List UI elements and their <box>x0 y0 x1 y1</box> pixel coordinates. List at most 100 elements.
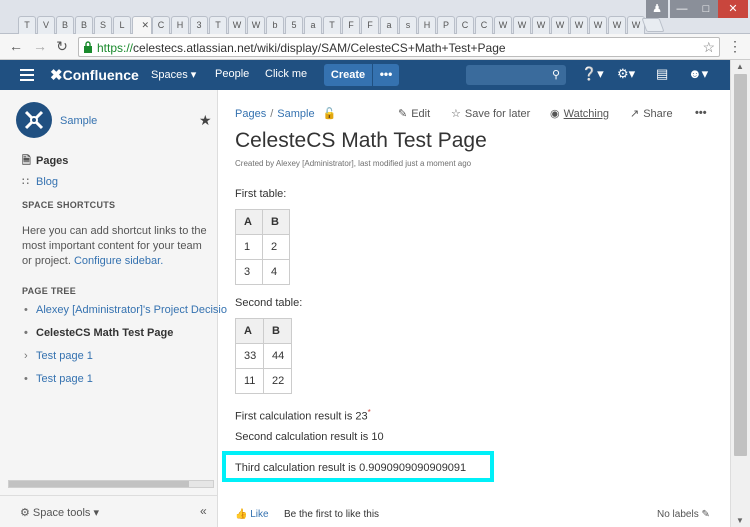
browser-tab[interactable]: 5 <box>285 16 303 34</box>
lock-icon <box>84 41 92 53</box>
bookmark-star-icon[interactable]: ☆ <box>702 39 715 56</box>
eye-icon: ◉ <box>550 108 560 120</box>
breadcrumb-pages[interactable]: Pages <box>235 108 266 120</box>
like-summary: Be the first to like this <box>284 509 380 520</box>
browser-tab[interactable]: F <box>361 16 379 34</box>
browser-tab[interactable]: W <box>494 16 512 34</box>
bullet-icon: • <box>24 327 28 339</box>
browser-tab[interactable]: ✕ <box>132 16 152 34</box>
browser-tab[interactable]: H <box>418 16 436 34</box>
page-tree-label: Alexey [Administrator]'s Project Decisio <box>36 304 227 316</box>
browser-tab[interactable]: a <box>304 16 322 34</box>
user-icon[interactable]: ♟ <box>646 0 668 18</box>
scroll-down-icon[interactable]: ▼ <box>736 516 744 525</box>
table-row: 34 <box>235 259 290 285</box>
gear-icon[interactable]: ⚙▾ <box>617 66 635 82</box>
pencil-icon: ✎ <box>701 509 710 520</box>
browser-tab[interactable]: B <box>56 16 74 34</box>
help-icon[interactable]: ❔▾ <box>581 66 604 82</box>
first-table-label: First table: <box>235 188 287 200</box>
browser-tab[interactable]: C <box>152 16 170 34</box>
browser-tab[interactable]: b <box>266 16 284 34</box>
spaces-menu[interactable]: Spaces ▾ <box>151 68 196 81</box>
browser-tab[interactable]: W <box>551 16 569 34</box>
browser-tab[interactable]: S <box>94 16 112 34</box>
unlock-icon[interactable]: 🔓 <box>323 108 337 120</box>
page-tree-item[interactable]: • CelesteCS Math Test Page <box>24 327 173 339</box>
maximize-button[interactable]: □ <box>694 0 718 18</box>
browser-tab[interactable]: L <box>113 16 131 34</box>
browser-tab[interactable]: T <box>18 16 36 34</box>
create-button[interactable]: Create <box>324 64 372 86</box>
page-tree-item[interactable]: › Test page 1 <box>24 350 93 362</box>
save-for-later-button[interactable]: ☆ Save for later <box>451 107 530 120</box>
create-more-button[interactable]: ••• <box>373 64 399 86</box>
browser-tab[interactable]: C <box>456 16 474 34</box>
sidebar-item-blog[interactable]: ∷ Blog <box>22 175 58 188</box>
rss-icon: ∷ <box>22 176 29 188</box>
second-table-label: Second table: <box>235 297 303 309</box>
close-window-button[interactable]: ✕ <box>718 0 748 18</box>
browser-tab[interactable]: H <box>171 16 189 34</box>
breadcrumb-sample[interactable]: Sample <box>277 108 314 120</box>
browser-tab[interactable]: W <box>513 16 531 34</box>
page-tree-item[interactable]: • Alexey [Administrator]'s Project Decisi… <box>24 304 227 316</box>
collapse-sidebar-button[interactable]: « <box>200 504 207 518</box>
share-button[interactable]: ↗ Share <box>630 107 673 120</box>
space-name-link[interactable]: Sample <box>60 115 97 127</box>
table-row: 33 44 <box>235 343 292 369</box>
favourite-star-icon[interactable]: ★ <box>199 112 212 129</box>
back-arrow-icon[interactable]: ← <box>8 38 24 54</box>
edit-button[interactable]: ✎ Edit <box>398 107 430 120</box>
address-bar: ← → ↻ https://celestecs.atlassian.net/wi… <box>0 34 750 60</box>
people-link[interactable]: People <box>215 68 249 80</box>
browser-tab[interactable]: P <box>437 16 455 34</box>
table-cell: 1 <box>235 234 263 260</box>
page-byline: Created by Alexey [Administrator], last … <box>235 159 472 168</box>
page-tree-item[interactable]: • Test page 1 <box>24 373 93 385</box>
sidebar-item-pages[interactable]: 🗎 Pages <box>22 152 68 171</box>
browser-tab[interactable]: a <box>380 16 398 34</box>
space-avatar[interactable] <box>16 102 52 138</box>
scroll-up-icon[interactable]: ▲ <box>736 62 744 71</box>
app-switcher-icon[interactable] <box>20 69 34 81</box>
browser-tab[interactable]: T <box>323 16 341 34</box>
scroll-thumb[interactable] <box>734 74 747 456</box>
url-input[interactable]: https://celestecs.atlassian.net/wiki/dis… <box>78 37 720 57</box>
browser-tab[interactable]: W <box>247 16 265 34</box>
user-avatar-icon[interactable]: ☻▾ <box>688 66 708 82</box>
browser-tab[interactable]: W <box>608 16 626 34</box>
expand-chevron-icon[interactable]: › <box>24 350 36 362</box>
reload-icon[interactable]: ↻ <box>54 38 70 54</box>
browser-tab[interactable]: W <box>570 16 588 34</box>
confluence-logo[interactable]: ✖Confluence <box>50 66 139 84</box>
page-scrollbar[interactable]: ▲ ▼ <box>730 60 750 527</box>
space-tools-button[interactable]: ⚙ Space tools ▾ <box>20 506 99 519</box>
notifications-icon[interactable]: ▤ <box>656 66 668 82</box>
browser-tab[interactable]: T <box>209 16 227 34</box>
configure-sidebar-link[interactable]: Configure sidebar. <box>74 255 163 267</box>
table-row: 12 <box>235 234 290 260</box>
browser-tab[interactable]: W <box>532 16 550 34</box>
browser-tab[interactable]: W <box>589 16 607 34</box>
page-more-actions-button[interactable]: ••• <box>695 107 707 119</box>
browser-tab-strip: T V B B S L ✕ C H 3 T W Wb 5 a T F Fa s H P C C W W W W W W W W <box>0 0 750 34</box>
watching-button[interactable]: ◉ Watching <box>550 107 609 120</box>
browser-tab[interactable]: B <box>75 16 93 34</box>
click-me-link[interactable]: Click me <box>265 68 307 80</box>
search-input[interactable]: ⚲ <box>466 65 566 85</box>
browser-tab[interactable]: V <box>37 16 55 34</box>
sidebar-footer: ⚙ Space tools ▾ « <box>0 495 218 527</box>
browser-tab[interactable]: C <box>475 16 493 34</box>
forward-arrow-icon[interactable]: → <box>32 38 48 54</box>
browser-tab[interactable]: F <box>342 16 360 34</box>
sidebar-scrollbar[interactable] <box>8 480 214 488</box>
browser-tab[interactable]: W <box>228 16 246 34</box>
browser-tab[interactable]: 3 <box>190 16 208 34</box>
browser-tab[interactable]: s <box>399 16 417 34</box>
minimize-button[interactable]: — <box>670 0 694 18</box>
browser-menu-icon[interactable]: ⋮ <box>728 38 742 55</box>
labels-button[interactable]: No labels ✎ <box>657 509 710 520</box>
like-button[interactable]: 👍 Like <box>235 509 269 520</box>
close-tab-icon[interactable]: ✕ <box>141 17 149 34</box>
